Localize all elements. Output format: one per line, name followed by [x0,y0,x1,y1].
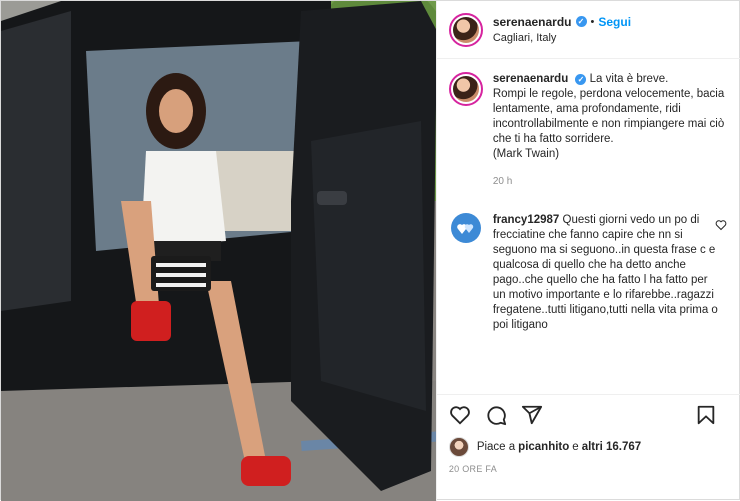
likes-middle: e [572,441,579,453]
comment-button[interactable] [485,404,507,426]
instagram-post: serenaenardu ✓ • Segui Cagliari, Italy s… [0,0,740,501]
bookmark-icon [697,405,715,425]
caption-username[interactable]: serenaenardu [493,73,568,85]
post-caption: serenaenardu ✓ La vita è breve. Rompi le… [448,72,727,189]
commenter-username[interactable]: francy12987 [493,214,560,226]
hearts-avatar-icon [456,224,474,234]
likes-others-count[interactable]: altri 16.767 [582,441,641,453]
follow-button[interactable]: Segui [598,14,631,30]
header-text: serenaenardu ✓ • Segui Cagliari, Italy [493,14,631,46]
caption-text: La vita è breve. Rompi le regole, perdon… [492,73,725,160]
share-icon [521,405,542,424]
liker-avatar[interactable] [448,437,469,457]
like-button[interactable] [449,404,471,426]
comment-item: francy12987 Questi giorni vedo un po di … [449,213,727,333]
share-button[interactable] [521,404,543,426]
separator-dot: • [590,15,595,28]
post-location[interactable]: Cagliari, Italy [493,30,631,46]
comment-icon [487,405,506,425]
commenter-avatar[interactable] [450,213,481,243]
verified-icon: ✓ [575,74,587,85]
comment-text: Questi giorni vedo un po di frecciatine … [492,214,718,331]
author-avatar[interactable] [448,12,483,47]
verified-icon: ✓ [575,16,587,27]
save-button[interactable] [695,404,717,426]
post-side-panel: serenaenardu ✓ • Segui Cagliari, Italy s… [435,1,740,501]
caption-timestamp[interactable]: 20 h [493,174,727,189]
post-header: serenaenardu ✓ • Segui Cagliari, Italy [436,1,740,59]
liker-username[interactable]: picanhito [518,441,569,453]
caption-avatar[interactable] [448,72,483,106]
photo-illustration [1,1,436,501]
likes-summary[interactable]: Piace a picanhito e altri 16.767 [448,437,641,457]
comment-like-heart-icon[interactable] [715,219,727,231]
post-date[interactable]: 20 ORE FA [449,464,497,474]
heart-icon [449,405,470,425]
author-username[interactable]: serenaenardu [493,14,572,30]
comments-section[interactable]: serenaenardu ✓ La vita è breve. Rompi le… [437,60,740,394]
post-photo[interactable] [1,1,436,501]
post-actions-bar [436,394,740,434]
likes-prefix: Piace a [476,441,516,453]
